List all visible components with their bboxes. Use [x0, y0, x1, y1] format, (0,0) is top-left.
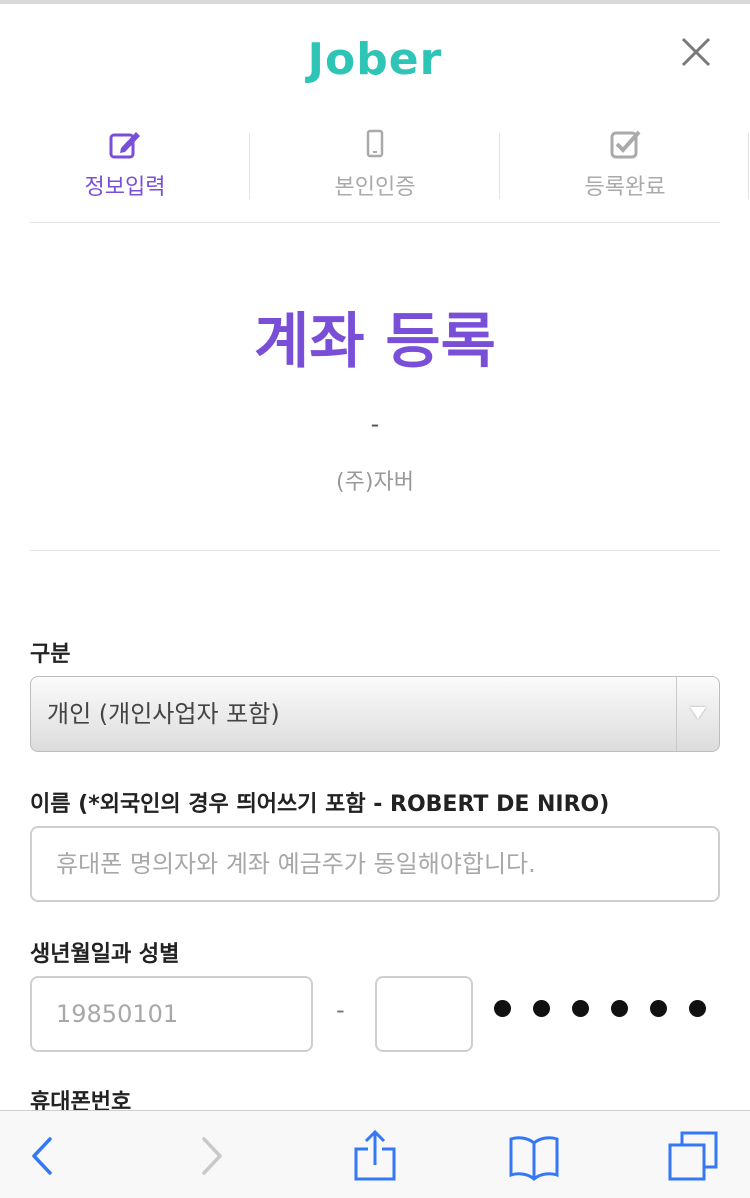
name-placeholder: 휴대폰 명의자와 계좌 예금주가 동일해야합니다.: [56, 850, 536, 878]
jober-logo: Jober: [307, 34, 443, 85]
back-button[interactable]: [16, 1129, 70, 1183]
phone-icon: [366, 129, 384, 158]
forward-button[interactable]: [184, 1129, 238, 1183]
browser-toolbar: [0, 1110, 750, 1198]
step-label: 정보입력: [84, 175, 166, 200]
step-label: 본인인증: [334, 175, 416, 200]
type-label: 구분: [30, 642, 71, 667]
tabs-icon: [668, 1131, 718, 1181]
top-border: [0, 0, 750, 4]
mask-dot: [689, 1000, 706, 1017]
divider: [30, 550, 720, 551]
share-icon: [354, 1129, 396, 1181]
masked-digits: [494, 1000, 714, 1020]
divider: [30, 222, 720, 223]
type-select-value: 개인 (개인사업자 포함): [47, 700, 280, 728]
mask-dot: [572, 1000, 589, 1017]
step-info-input: 정보입력: [0, 125, 250, 205]
mask-dot: [611, 1000, 628, 1017]
share-button[interactable]: [348, 1129, 402, 1183]
step-registration-complete: 등록완료: [500, 125, 750, 205]
step-label: 등록완료: [584, 175, 666, 200]
gender-digit-input[interactable]: [375, 976, 473, 1052]
checkbox-icon: [610, 130, 641, 159]
mask-dot: [494, 1000, 511, 1017]
name-label: 이름 (*외국인의 경우 띄어쓰기 포함 - ROBERT DE NIRO): [30, 792, 610, 817]
company-name: (주)자버: [336, 470, 414, 495]
step-identity-verification: 본인인증: [250, 125, 500, 205]
birth-gender-label: 생년월일과 성별: [30, 942, 180, 967]
close-button[interactable]: [676, 32, 716, 72]
mask-dot: [650, 1000, 667, 1017]
page: Jober 정보입력 본인인증 등록완료 계좌 등록 - (주)자버 구분 개인…: [0, 0, 750, 1198]
birthdate-placeholder: 19850101: [56, 1000, 179, 1028]
birth-separator: -: [336, 996, 345, 1024]
progress-steps: 정보입력 본인인증 등록완료: [0, 125, 750, 205]
back-chevron-icon: [32, 1137, 52, 1175]
bookmarks-icon: [509, 1136, 559, 1181]
birthdate-input[interactable]: 19850101: [30, 976, 313, 1052]
bookmarks-button[interactable]: [507, 1129, 561, 1183]
mask-dot: [533, 1000, 550, 1017]
chevron-down-icon: [690, 707, 706, 719]
forward-chevron-icon: [202, 1137, 222, 1175]
name-input[interactable]: 휴대폰 명의자와 계좌 예금주가 동일해야합니다.: [30, 826, 720, 902]
page-title: 계좌 등록: [254, 307, 496, 377]
close-icon: [681, 37, 711, 67]
step-divider: [748, 133, 749, 199]
edit-icon: [109, 132, 140, 159]
tabs-button[interactable]: [666, 1129, 720, 1183]
type-select[interactable]: 개인 (개인사업자 포함): [30, 676, 720, 752]
title-dash: -: [370, 410, 380, 438]
select-arrow-box: [676, 677, 719, 751]
